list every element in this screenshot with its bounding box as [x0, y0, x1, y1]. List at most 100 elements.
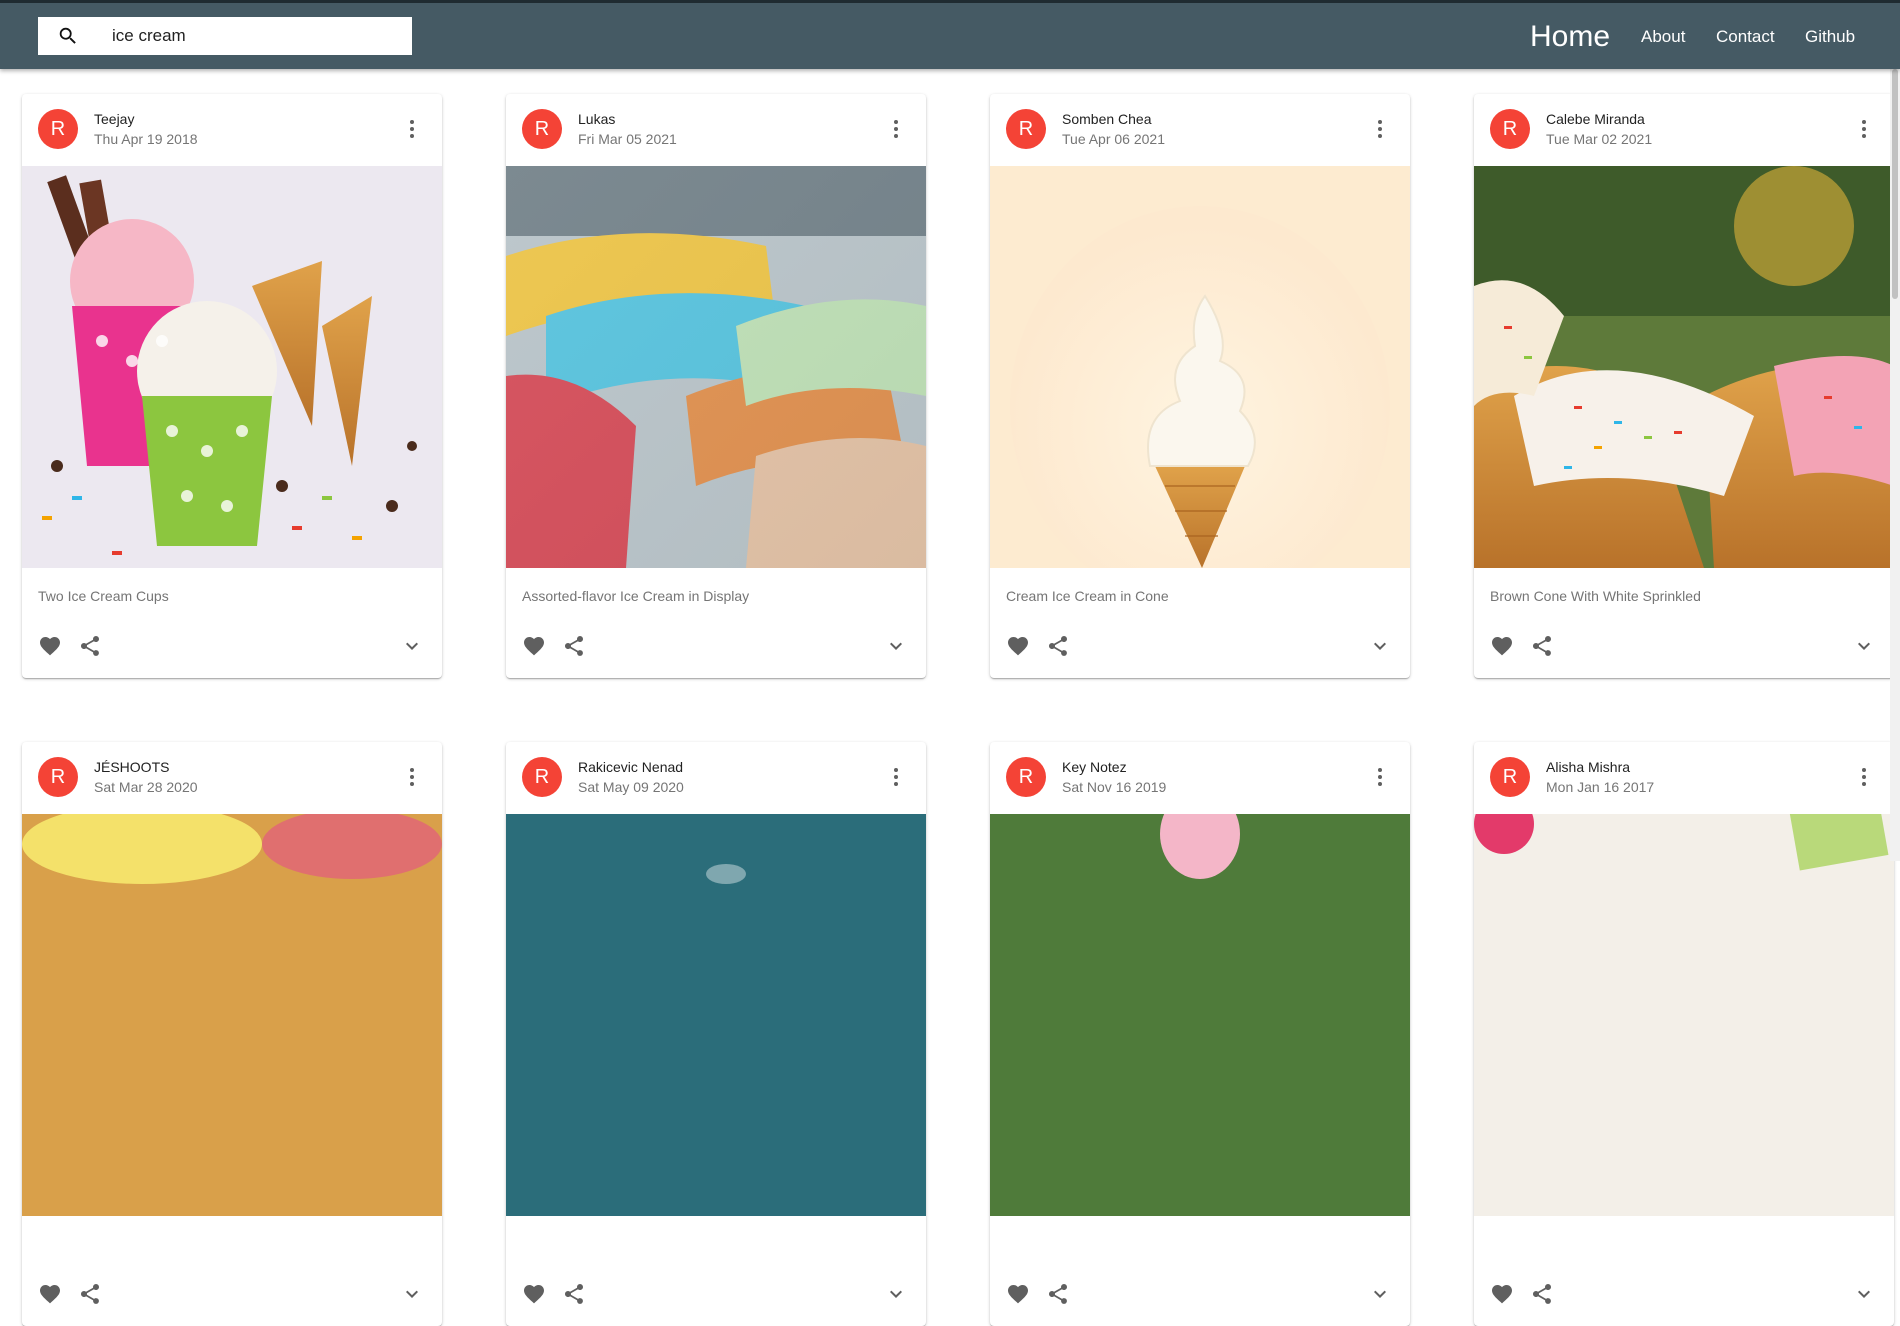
card-caption — [22, 1216, 442, 1266]
avatar: R — [1490, 109, 1530, 149]
more-vert-icon[interactable] — [1368, 765, 1392, 789]
card-author: Rakicevic Nenad — [578, 759, 684, 775]
favorite-icon[interactable] — [1490, 1282, 1514, 1311]
image-card: R Lukas Fri Mar 05 2021 Assorted-flavor … — [506, 94, 926, 678]
card-actions — [506, 1266, 926, 1326]
card-image[interactable] — [990, 166, 1410, 568]
expand-more-icon[interactable] — [1852, 1282, 1876, 1311]
more-vert-icon[interactable] — [400, 117, 424, 141]
image-card: R JÉSHOOTS Sat Mar 28 2020 — [22, 742, 442, 1326]
card-author: Key Notez — [1062, 759, 1127, 775]
search-box[interactable] — [38, 17, 412, 55]
expand-more-icon[interactable] — [1368, 1282, 1392, 1311]
card-date: Sat May 09 2020 — [578, 779, 684, 795]
card-header: R JÉSHOOTS Sat Mar 28 2020 — [22, 742, 442, 814]
card-date: Fri Mar 05 2021 — [578, 131, 677, 147]
card-actions — [990, 1266, 1410, 1326]
card-caption: Two Ice Cream Cups — [38, 588, 169, 604]
card-header: R Calebe Miranda Tue Mar 02 2021 — [1474, 94, 1894, 166]
card-caption: Assorted-flavor Ice Cream in Display — [522, 588, 750, 604]
more-vert-icon[interactable] — [884, 117, 908, 141]
expand-more-icon[interactable] — [1368, 634, 1392, 663]
nav-about[interactable]: About — [1641, 27, 1685, 47]
image-card: R Key Notez Sat Nov 16 2019 — [990, 742, 1410, 1326]
nav-contact[interactable]: Contact — [1716, 27, 1775, 47]
card-actions — [22, 618, 442, 678]
share-icon[interactable] — [78, 634, 102, 663]
scrollbar-thumb[interactable] — [1892, 69, 1898, 299]
avatar: R — [1006, 757, 1046, 797]
avatar: R — [38, 109, 78, 149]
card-caption — [506, 1216, 926, 1266]
card-date: Sat Nov 16 2019 — [1062, 779, 1167, 795]
expand-more-icon[interactable] — [1852, 634, 1876, 663]
share-icon[interactable] — [78, 1282, 102, 1311]
card-actions — [1474, 1266, 1894, 1326]
avatar: R — [38, 757, 78, 797]
favorite-icon[interactable] — [1490, 634, 1514, 663]
card-image[interactable] — [22, 814, 442, 1216]
card-image[interactable] — [506, 814, 926, 1216]
card-header: R Rakicevic Nenad Sat May 09 2020 — [506, 742, 926, 814]
card-date: Thu Apr 19 2018 — [94, 131, 198, 147]
share-icon[interactable] — [562, 634, 586, 663]
favorite-icon[interactable] — [522, 1282, 546, 1311]
avatar: R — [522, 757, 562, 797]
card-actions — [990, 618, 1410, 678]
card-actions — [1474, 618, 1894, 678]
expand-more-icon[interactable] — [884, 1282, 908, 1311]
card-header: R Lukas Fri Mar 05 2021 — [506, 94, 926, 166]
favorite-icon[interactable] — [1006, 1282, 1030, 1311]
favorite-icon[interactable] — [38, 1282, 62, 1311]
card-date: Mon Jan 16 2017 — [1546, 779, 1655, 795]
card-actions — [506, 618, 926, 678]
share-icon[interactable] — [1046, 1282, 1070, 1311]
card-header: R Key Notez Sat Nov 16 2019 — [990, 742, 1410, 814]
avatar: R — [522, 109, 562, 149]
card-image[interactable] — [506, 166, 926, 568]
card-image[interactable] — [22, 166, 442, 568]
favorite-icon[interactable] — [522, 634, 546, 663]
more-vert-icon[interactable] — [400, 765, 424, 789]
card-date: Tue Mar 02 2021 — [1546, 131, 1653, 147]
card-image[interactable] — [990, 814, 1410, 1216]
card-author: Alisha Mishra — [1546, 759, 1631, 775]
card-author: Somben Chea — [1062, 111, 1152, 127]
card-author: Calebe Miranda — [1546, 111, 1645, 127]
card-image[interactable] — [1474, 166, 1894, 568]
card-caption: Cream Ice Cream in Cone — [1006, 588, 1169, 604]
nav-github[interactable]: Github — [1805, 27, 1855, 47]
search-icon[interactable] — [38, 25, 98, 47]
more-vert-icon[interactable] — [1852, 117, 1876, 141]
more-vert-icon[interactable] — [884, 765, 908, 789]
share-icon[interactable] — [562, 1282, 586, 1311]
card-image[interactable] — [1474, 814, 1894, 1216]
nav-home[interactable]: Home — [1530, 20, 1610, 54]
favorite-icon[interactable] — [38, 634, 62, 663]
avatar: R — [1006, 109, 1046, 149]
card-caption — [990, 1216, 1410, 1266]
more-vert-icon[interactable] — [1368, 117, 1392, 141]
expand-more-icon[interactable] — [400, 1282, 424, 1311]
image-card: R Teejay Thu Apr 19 2018 Two Ice Cream C… — [22, 94, 442, 678]
more-vert-icon[interactable] — [1852, 765, 1876, 789]
card-header: R Alisha Mishra Mon Jan 16 2017 — [1474, 742, 1894, 814]
card-caption: Brown Cone With White Sprinkled — [1490, 588, 1701, 604]
share-icon[interactable] — [1530, 634, 1554, 663]
scrollbar[interactable] — [1890, 69, 1900, 861]
image-card: R Somben Chea Tue Apr 06 2021 Cream Ice … — [990, 94, 1410, 678]
card-header: R Teejay Thu Apr 19 2018 — [22, 94, 442, 166]
favorite-icon[interactable] — [1006, 634, 1030, 663]
expand-more-icon[interactable] — [400, 634, 424, 663]
expand-more-icon[interactable] — [884, 634, 908, 663]
card-date: Tue Apr 06 2021 — [1062, 131, 1166, 147]
card-actions — [22, 1266, 442, 1326]
card-date: Sat Mar 28 2020 — [94, 779, 198, 795]
image-card: R Alisha Mishra Mon Jan 16 2017 — [1474, 742, 1894, 1326]
share-icon[interactable] — [1530, 1282, 1554, 1311]
search-input[interactable] — [98, 26, 388, 46]
app-bar: Home About Contact Github — [0, 0, 1900, 69]
card-author: JÉSHOOTS — [94, 759, 170, 775]
share-icon[interactable] — [1046, 634, 1070, 663]
card-caption — [1474, 1216, 1894, 1266]
